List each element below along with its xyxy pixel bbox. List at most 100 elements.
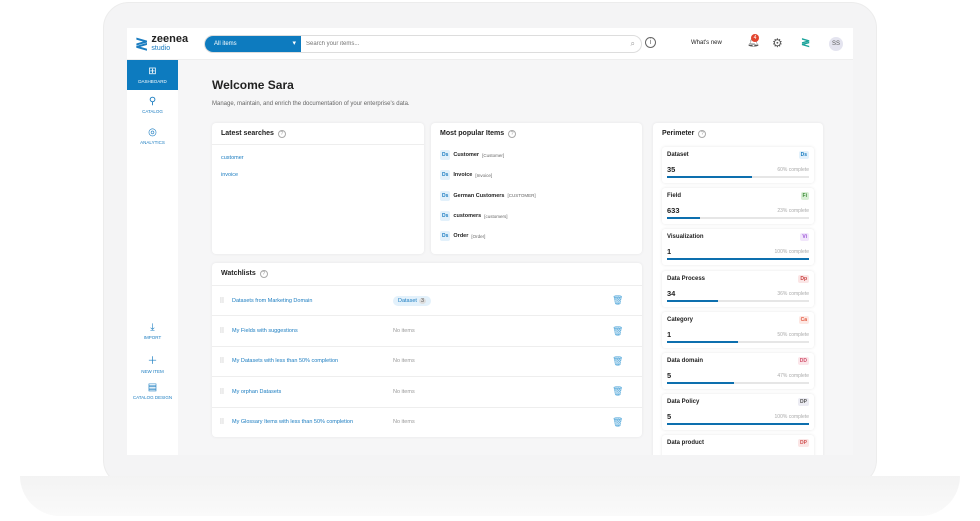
perimeter-item[interactable]: Data domain DD 5 47% complete <box>662 353 814 389</box>
chip-label: Dataset <box>398 297 417 304</box>
popular-item[interactable]: Ds Order [Order] <box>431 226 642 246</box>
perimeter-item[interactable]: Data Policy DP 5 100% complete <box>662 394 814 431</box>
chip-count: 3 <box>418 297 427 304</box>
info-icon[interactable]: i <box>645 37 656 48</box>
completion-bar <box>667 340 809 343</box>
watchlist-link[interactable]: My Datasets with less than 50% completio… <box>232 358 393 364</box>
perimeter-item[interactable]: Field Fi 633 23% complete <box>662 188 814 225</box>
completion-bar <box>667 382 809 384</box>
perimeter-item[interactable]: Visualization Vi 1 100% complete <box>662 229 814 266</box>
type-tag-icon: DP <box>798 439 809 448</box>
page-title: Welcome Sara <box>212 78 294 92</box>
type-tag-icon: Ca <box>798 315 809 324</box>
sidebar-label: CATALOG <box>142 109 163 114</box>
help-icon[interactable]: ? <box>698 130 707 138</box>
sidebar-item-analytics[interactable]: ◎ ANALYTICS <box>127 127 178 145</box>
popular-item[interactable]: Ds customers [customers] <box>431 206 642 226</box>
item-key: [Invoice] <box>475 172 493 178</box>
sidebar-label: CATALOG DESIGN <box>132 395 173 400</box>
sidebar-item-new-item[interactable]: ＋ NEW ITEM <box>127 352 178 374</box>
watchlist-link[interactable]: My orphan Datasets <box>232 389 393 395</box>
trash-icon[interactable]: 🗑︎ <box>612 386 642 397</box>
avatar[interactable]: SS <box>829 37 843 51</box>
watchlist-status: No items <box>393 328 415 335</box>
dataset-type-icon: Ds <box>440 190 451 201</box>
item-name: Order <box>453 233 469 240</box>
completion-text: 100% complete <box>774 414 809 421</box>
perimeter-count: 5 <box>667 412 672 422</box>
perimeter-count: 5 <box>667 371 672 380</box>
trash-icon[interactable]: 🗑︎ <box>612 417 642 428</box>
sidebar-item-catalog[interactable]: ⚲ CATALOG <box>127 96 178 114</box>
gear-icon[interactable]: ⚙ <box>772 36 783 50</box>
perimeter-label: Data Policy <box>667 399 700 406</box>
sidebar-item-catalog-design[interactable]: ▤ CATALOG DESIGN <box>127 382 178 400</box>
completion-text: 60% complete <box>777 167 809 173</box>
perimeter-label: Data domain <box>667 358 704 364</box>
watchlist-link[interactable]: My Fields with suggestions <box>232 328 393 334</box>
sidebar: ⊞ DASHBOARD ⚲ CATALOG ◎ ANALYTICS ⤓ IMPORT ＋… <box>127 60 178 455</box>
search-icon[interactable]: ⌕ <box>625 36 641 52</box>
watchlist-link[interactable]: My Glossary Items with less than 50% com… <box>232 419 393 425</box>
trash-icon[interactable]: 🗑︎ <box>612 295 642 306</box>
card-title: Perimeter <box>662 130 695 137</box>
perimeter-label: Category <box>667 316 694 323</box>
perimeter-label: Dataset <box>667 152 689 158</box>
scope-select[interactable]: All items <box>205 36 301 52</box>
perimeter-label: Field <box>667 193 682 200</box>
perimeter-item[interactable]: Data product DP <box>662 435 814 455</box>
perimeter-count: 1 <box>667 247 672 257</box>
popular-item[interactable]: Ds Customer [Customer] <box>431 145 642 165</box>
completion-fill <box>667 217 700 220</box>
catalog-design-icon: ▤ <box>147 382 158 393</box>
search-input[interactable] <box>301 36 625 52</box>
type-chip[interactable]: Dataset 3 <box>393 295 432 306</box>
completion-bar <box>667 176 809 178</box>
watchlist-row: ⠿ My orphan Datasets No items 🗑︎ <box>212 376 642 406</box>
dataset-type-icon: Ds <box>440 211 451 222</box>
help-icon[interactable]: ? <box>277 130 286 138</box>
drag-handle-icon[interactable]: ⠿ <box>212 357 232 365</box>
import-icon: ⤓ <box>150 322 155 333</box>
item-key: [CUSTOMER] <box>507 193 536 199</box>
perimeter-label: Data Process <box>667 275 706 282</box>
trash-icon[interactable]: 🗑︎ <box>612 326 642 337</box>
popular-item[interactable]: Ds Invoice [Invoice] <box>431 165 642 185</box>
watchlist-status: No items <box>393 358 415 365</box>
watchlist-row: ⠿ My Glossary Items with less than 50% co… <box>212 406 642 437</box>
watchlist-status: No items <box>393 388 415 395</box>
help-icon[interactable]: ? <box>259 270 268 278</box>
drag-handle-icon[interactable]: ⠿ <box>212 418 232 426</box>
perimeter-item[interactable]: Dataset Ds 35 60% complete <box>662 147 814 183</box>
perimeter-item[interactable]: Data Process Dp 34 36% complete <box>662 270 814 307</box>
latest-search-link[interactable]: invoice <box>212 161 424 178</box>
perimeter-item[interactable]: Category Ca 1 50% complete <box>662 311 814 348</box>
watchlist-status: No items <box>393 419 415 426</box>
completion-bar <box>667 217 809 220</box>
popular-items-card: Most popular Items? Ds Customer [Customer]… <box>431 123 642 254</box>
top-bar: ≷zeeneastudio All items ⌕ i What's new 🔔… <box>127 28 853 60</box>
trash-icon[interactable]: 🗑︎ <box>612 356 642 367</box>
logo[interactable]: ≷ zeenea studio <box>135 34 188 54</box>
drag-handle-icon[interactable]: ⠿ <box>212 327 232 335</box>
completion-fill <box>667 176 753 178</box>
notification-badge: 4 <box>751 34 759 42</box>
completion-bar <box>667 258 809 261</box>
latest-search-link[interactable]: customer <box>212 145 424 161</box>
dataset-type-icon: Ds <box>440 231 451 242</box>
card-title: Watchlists <box>221 270 256 277</box>
type-tag-icon: DD <box>797 357 809 365</box>
sidebar-item-import[interactable]: ⤓ IMPORT <box>127 322 178 340</box>
drag-handle-icon[interactable]: ⠿ <box>212 297 232 305</box>
latest-searches-card: Latest searches? customer invoice <box>212 123 424 254</box>
whats-new-link[interactable]: What's new <box>691 40 722 46</box>
watchlist-link[interactable]: Datasets from Marketing Domain <box>232 298 393 304</box>
zeenea-app-icon[interactable]: ≷ <box>801 36 810 49</box>
type-tag-icon: DP <box>798 398 809 407</box>
popular-item[interactable]: Ds German Customers [CUSTOMER] <box>431 186 642 206</box>
help-icon[interactable]: ? <box>508 130 517 138</box>
sidebar-item-dashboard[interactable]: ⊞ DASHBOARD <box>127 60 178 90</box>
catalog-icon: ⚲ <box>148 96 157 107</box>
item-name: customers <box>453 213 482 220</box>
drag-handle-icon[interactable]: ⠿ <box>212 388 232 396</box>
